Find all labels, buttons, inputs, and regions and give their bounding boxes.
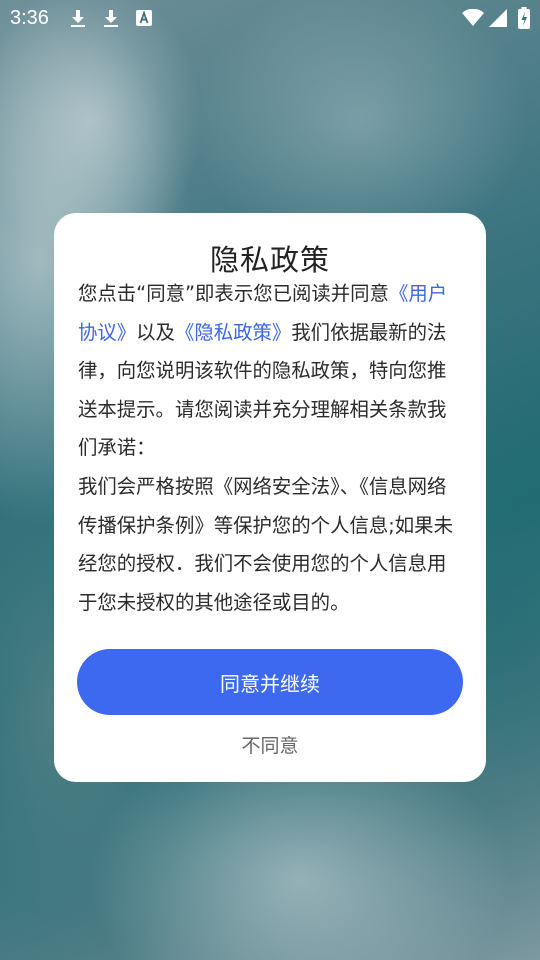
battery-icon	[518, 7, 530, 33]
signal-icon	[489, 9, 507, 31]
status-time: 3:36	[10, 7, 49, 29]
privacy-policy-link[interactable]: 《隐私政策》	[175, 321, 291, 344]
keyboard-a-icon	[136, 10, 152, 30]
dialog-body: 您点击“同意”即表示您已阅读并同意《用户协议》以及《隐私政策》我们依据最新的法律…	[78, 275, 464, 622]
body-intro-text: 您点击“同意”即表示您已阅读并同意	[78, 282, 389, 305]
body-and-text: 以及	[136, 320, 175, 344]
dialog-title: 隐私政策	[209, 243, 330, 277]
wifi-icon	[462, 8, 484, 31]
body-promise-text: 我们会严格按照《网络安全法》、《信息网络传播保护条例》等保护您的个人信息;如果未…	[78, 474, 453, 614]
agree-continue-button[interactable]: 同意并继续	[77, 649, 463, 715]
privacy-dialog: 隐私政策 您点击“同意”即表示您已阅读并同意《用户协议》以及《隐私政策》我们依据…	[54, 213, 486, 782]
download-icon	[68, 8, 88, 32]
status-bar: 3:36	[0, 0, 540, 36]
disagree-button[interactable]: 不同意	[54, 731, 486, 758]
download-icon	[101, 8, 121, 32]
